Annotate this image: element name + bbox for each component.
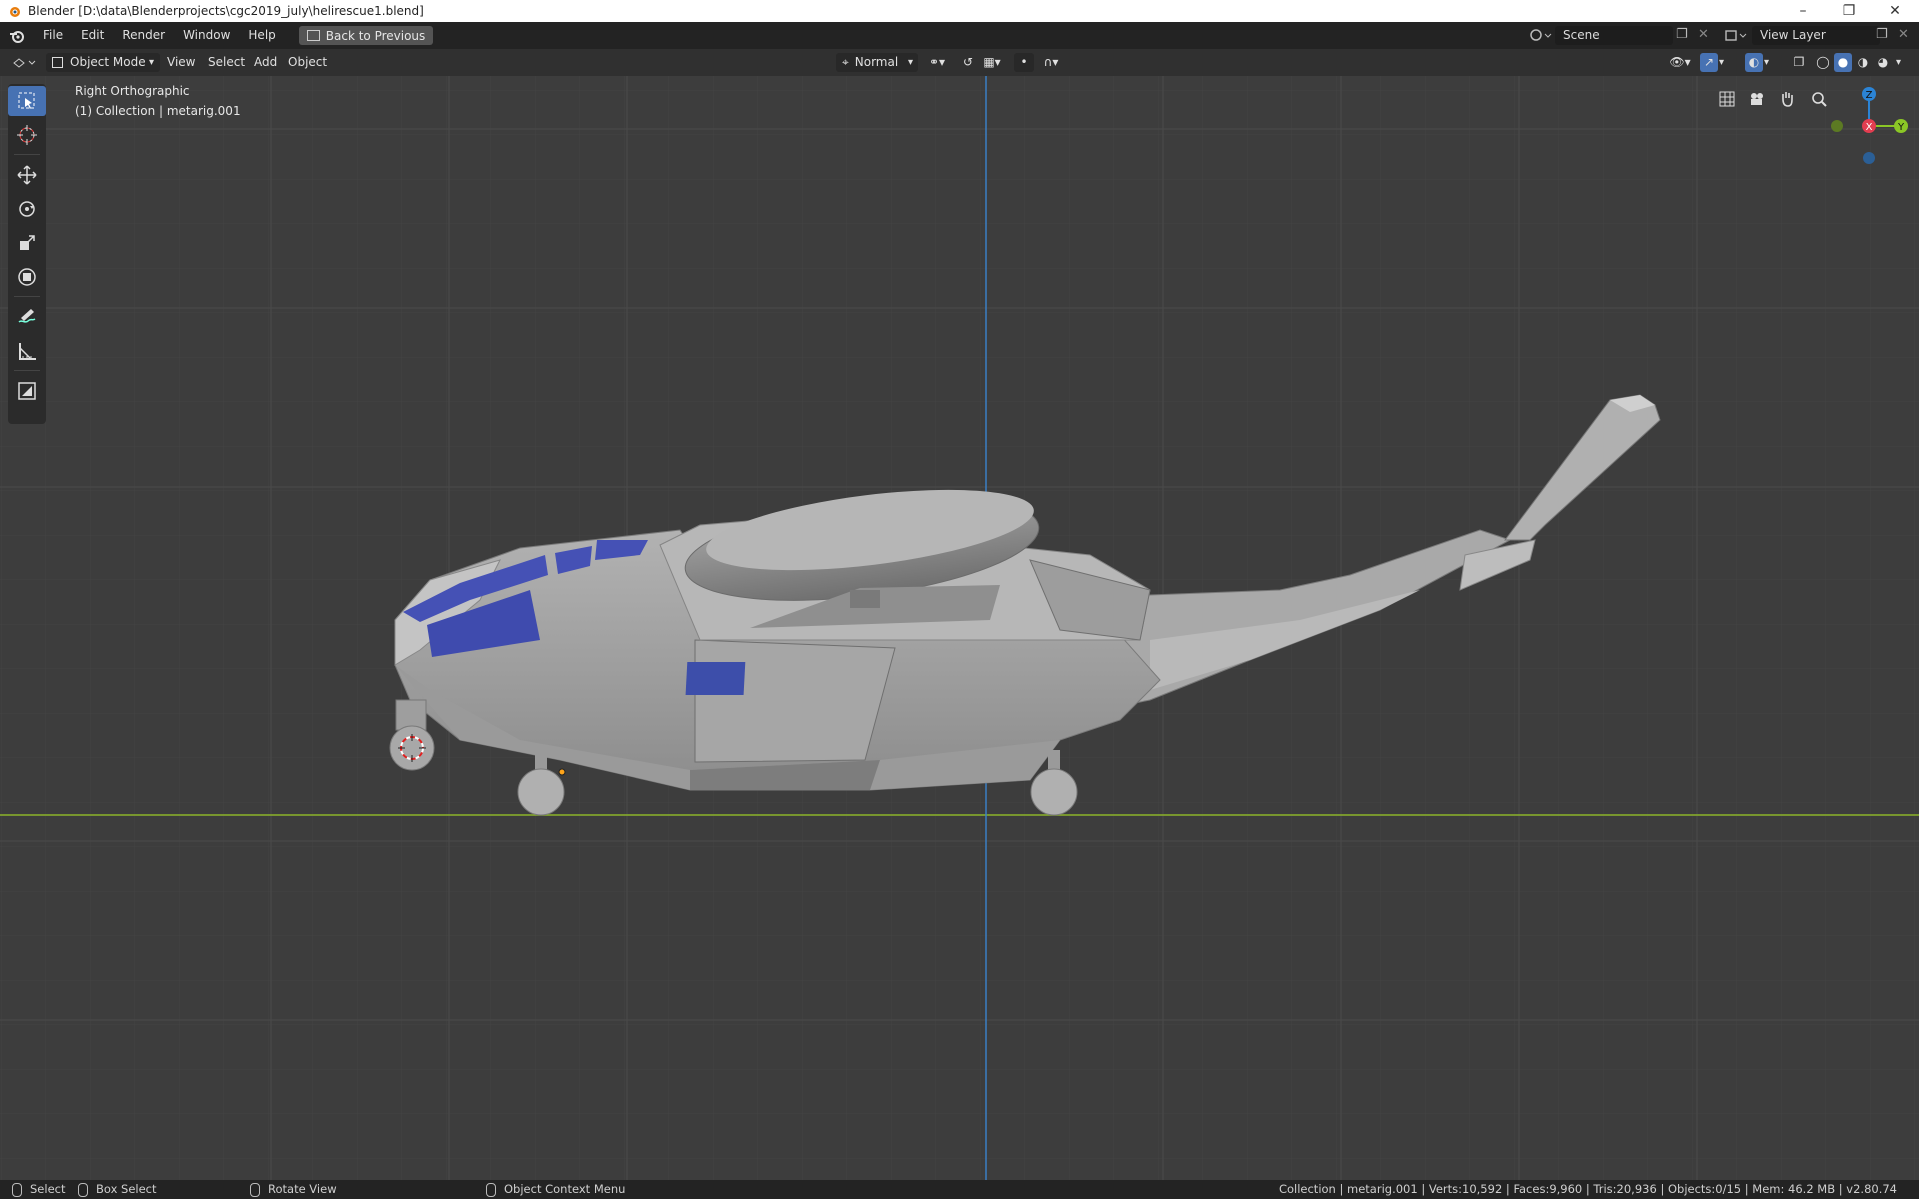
move-tool-icon[interactable]: [8, 160, 46, 190]
tool-divider: [14, 370, 40, 371]
mouse-drag-icon: [78, 1182, 88, 1197]
pan-hand-icon[interactable]: [1774, 86, 1800, 112]
menu-window[interactable]: Window: [174, 22, 239, 49]
status-context-menu: Object Context Menu: [486, 1180, 625, 1199]
measure-tool-icon[interactable]: [8, 336, 46, 366]
status-rotate-view: Rotate View: [250, 1180, 337, 1199]
xray-toggle-icon[interactable]: ❐: [1790, 53, 1808, 72]
annotate-tool-icon[interactable]: [8, 302, 46, 332]
blender-logo-icon: [10, 7, 20, 17]
rendered-shading-icon[interactable]: ◕: [1874, 53, 1892, 72]
status-box-select: Box Select: [78, 1180, 157, 1199]
orientation-icon: ⌖: [842, 55, 849, 69]
origin-point: [558, 768, 566, 776]
gizmo-z-label: Z: [1866, 90, 1873, 101]
top-menu-bar: File Edit Render Window Help Back to Pre…: [0, 22, 1919, 49]
mode-label: Object Mode: [70, 55, 146, 69]
snap-element-icon[interactable]: ▦▾: [978, 53, 1006, 72]
close-button[interactable]: ✕: [1872, 0, 1918, 22]
scene-browse-icon[interactable]: [1528, 26, 1552, 45]
menu-render[interactable]: Render: [113, 22, 174, 49]
object-mode-icon: [52, 57, 63, 68]
add-cube-tool-icon[interactable]: [8, 376, 46, 406]
minimize-button[interactable]: –: [1780, 0, 1826, 22]
transform-tool-icon[interactable]: [8, 262, 46, 292]
chevron-down-icon[interactable]: ▾: [1896, 53, 1910, 72]
new-scene-icon[interactable]: ❐: [1676, 27, 1688, 42]
cursor-tool-icon[interactable]: [8, 120, 46, 150]
restore-button[interactable]: ❐: [1826, 0, 1872, 22]
viewport-canvas[interactable]: Z Y X: [0, 76, 1919, 1180]
scene-name-field[interactable]: Scene: [1555, 26, 1673, 45]
gizmo-toggle-icon[interactable]: ↗: [1700, 53, 1718, 72]
editor-type-icon[interactable]: [10, 53, 38, 72]
scene-statistics: Collection | metarig.001 | Verts:10,592 …: [1278, 1182, 1897, 1196]
shading-mode-group: ◯ ● ◑ ◕: [1814, 53, 1894, 72]
material-shading-icon[interactable]: ◑: [1854, 53, 1872, 72]
toggle-grid-view-icon[interactable]: [1714, 86, 1740, 112]
menu-edit[interactable]: Edit: [72, 22, 113, 49]
chevron-down-icon: ▾: [907, 57, 913, 68]
menu-object[interactable]: Object: [288, 53, 327, 72]
window-title: Blender [D:\data\Blenderprojects\cgc2019…: [28, 4, 424, 18]
view-layer-field[interactable]: View Layer: [1752, 26, 1880, 45]
delete-view-layer-icon[interactable]: ✕: [1898, 27, 1909, 42]
transform-orientation-dropdown[interactable]: ⌖ Normal ▾: [836, 53, 918, 72]
menu-select[interactable]: Select: [208, 53, 245, 72]
zoom-icon[interactable]: [1806, 86, 1832, 112]
scale-tool-icon[interactable]: [8, 228, 46, 258]
tool-divider: [14, 296, 40, 297]
camera-view-icon[interactable]: [1744, 86, 1770, 112]
overlays-toggle-icon[interactable]: ◐: [1745, 53, 1763, 72]
chevron-down-icon: ▾: [148, 57, 154, 68]
blender-menu-icon[interactable]: [0, 29, 34, 43]
gizmo-x-label: X: [1866, 122, 1873, 133]
rotate-tool-icon[interactable]: [8, 194, 46, 224]
snap-toggle-icon[interactable]: ↺: [958, 53, 978, 72]
view-layer-browse-icon[interactable]: [1724, 26, 1748, 45]
mouse-middle-icon: [250, 1182, 260, 1197]
menu-file[interactable]: File: [34, 22, 72, 49]
gizmo-y-label: Y: [1897, 122, 1905, 133]
status-select: Select: [12, 1180, 65, 1199]
visibility-eye-icon[interactable]: 👁▾: [1665, 53, 1695, 72]
menu-view[interactable]: View: [167, 53, 195, 72]
window-title-bar: Blender [D:\data\Blenderprojects\cgc2019…: [0, 0, 1919, 22]
orientation-label: Normal: [854, 55, 899, 69]
view-name: Right Orthographic: [75, 84, 190, 98]
back-icon: [306, 30, 320, 41]
pivot-point-icon[interactable]: ⚭▾: [923, 53, 951, 72]
falloff-icon[interactable]: ∩▾: [1036, 53, 1066, 72]
side-window: [685, 662, 746, 695]
3d-viewport[interactable]: Z Y X Right Orthographic (1) Collection …: [0, 76, 1919, 1180]
mode-selector[interactable]: Object Mode ▾: [46, 53, 160, 72]
wireframe-shading-icon[interactable]: ◯: [1814, 53, 1832, 72]
back-to-previous-label: Back to Previous: [325, 28, 426, 43]
tool-divider: [14, 154, 40, 155]
proportional-edit-icon[interactable]: •: [1014, 53, 1034, 72]
menu-add[interactable]: Add: [254, 53, 277, 72]
new-view-layer-icon[interactable]: ❐: [1876, 27, 1888, 42]
collection-info: (1) Collection | metarig.001: [75, 104, 241, 118]
select-box-tool-icon[interactable]: [8, 86, 46, 116]
tool-shelf: [8, 84, 46, 424]
menu-help[interactable]: Help: [239, 22, 284, 49]
viewport-header: Object Mode ▾ View Select Add Object ⌖ N…: [0, 49, 1919, 76]
solid-shading-icon[interactable]: ●: [1834, 53, 1852, 72]
back-to-previous-button[interactable]: Back to Previous: [298, 26, 434, 45]
mouse-left-icon: [12, 1182, 22, 1197]
mouse-right-icon: [486, 1182, 496, 1197]
chevron-down-icon[interactable]: ▾: [1764, 53, 1778, 72]
status-bar: Select Box Select Rotate View Object Con…: [0, 1180, 1919, 1199]
delete-scene-icon[interactable]: ✕: [1698, 27, 1709, 42]
chevron-down-icon[interactable]: ▾: [1719, 53, 1733, 72]
